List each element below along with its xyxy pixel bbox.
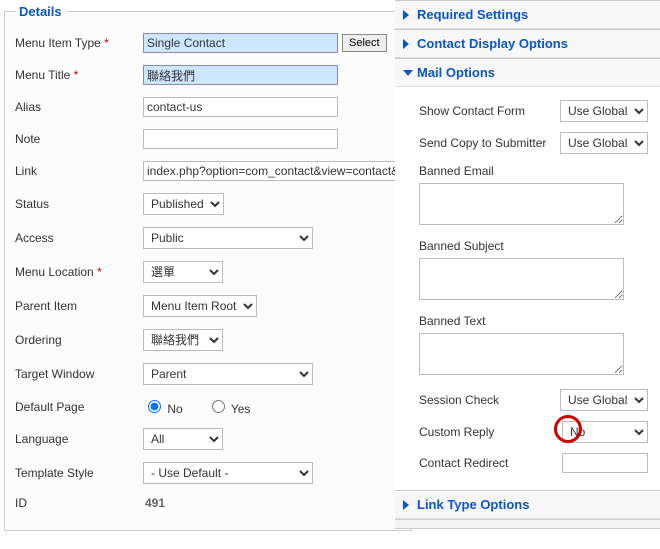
session-check-select[interactable]: Use Global — [560, 389, 648, 411]
label-id: ID — [15, 496, 143, 510]
banned-email-textarea[interactable] — [419, 183, 624, 225]
menu-item-type-input — [143, 33, 338, 53]
label-banned-email: Banned Email — [419, 164, 569, 178]
parent-item-select[interactable]: Menu Item Root — [143, 295, 257, 317]
label-session-check: Session Check — [419, 393, 560, 407]
banned-text-textarea[interactable] — [419, 333, 624, 375]
label-default-page: Default Page — [15, 400, 143, 414]
label-access: Access — [15, 231, 143, 245]
label-menu-location: Menu Location * — [15, 265, 143, 279]
details-fieldset: Details Menu Item Type * Select Menu Tit… — [4, 4, 412, 531]
menu-title-input[interactable] — [143, 65, 338, 85]
id-value: 491 — [143, 496, 165, 510]
details-legend: Details — [15, 4, 66, 19]
language-select[interactable]: All — [143, 428, 223, 450]
access-select[interactable]: Public — [143, 227, 313, 249]
target-window-select[interactable]: Parent — [143, 363, 313, 385]
label-language: Language — [15, 432, 143, 446]
label-send-copy: Send Copy to Submitter — [419, 136, 560, 150]
panel-mail-options[interactable]: Mail Options — [395, 59, 660, 87]
select-type-button[interactable]: Select — [342, 34, 387, 52]
label-status: Status — [15, 197, 143, 211]
label-template-style: Template Style — [15, 466, 143, 480]
label-banned-text: Banned Text — [419, 314, 569, 328]
ordering-select[interactable]: 聯絡我們 — [143, 329, 223, 351]
label-menu-item-type: Menu Item Type * — [15, 36, 143, 50]
show-contact-form-select[interactable]: Use Global — [560, 100, 648, 122]
label-show-contact-form: Show Contact Form — [419, 104, 560, 118]
mail-options-body: Show Contact Form Use Global Send Copy t… — [395, 87, 660, 490]
label-link: Link — [15, 164, 143, 178]
contact-redirect-input[interactable] — [562, 453, 648, 473]
custom-reply-select[interactable]: No — [562, 421, 648, 443]
default-page-no[interactable]: No — [143, 397, 183, 416]
label-alias: Alias — [15, 100, 143, 114]
panel-link-type-options[interactable]: Link Type Options — [395, 491, 660, 519]
label-target-window: Target Window — [15, 367, 143, 381]
label-parent-item: Parent Item — [15, 299, 143, 313]
alias-input[interactable] — [143, 97, 338, 117]
label-contact-redirect: Contact Redirect — [419, 456, 562, 470]
default-page-yes[interactable]: Yes — [207, 397, 251, 416]
panel-required-settings[interactable]: Required Settings — [395, 1, 660, 29]
label-ordering: Ordering — [15, 333, 143, 347]
label-note: Note — [15, 132, 143, 146]
menu-location-select[interactable]: 選單 — [143, 261, 223, 283]
template-style-select[interactable]: - Use Default - — [143, 462, 313, 484]
status-select[interactable]: Published — [143, 193, 224, 215]
banned-subject-textarea[interactable] — [419, 258, 624, 300]
panel-contact-display-options[interactable]: Contact Display Options — [395, 30, 660, 58]
note-input[interactable] — [143, 129, 338, 149]
send-copy-select[interactable]: Use Global — [560, 132, 648, 154]
label-banned-subject: Banned Subject — [419, 239, 569, 253]
label-custom-reply: Custom Reply — [419, 425, 562, 439]
link-input — [143, 161, 401, 181]
label-menu-title: Menu Title * — [15, 68, 143, 82]
